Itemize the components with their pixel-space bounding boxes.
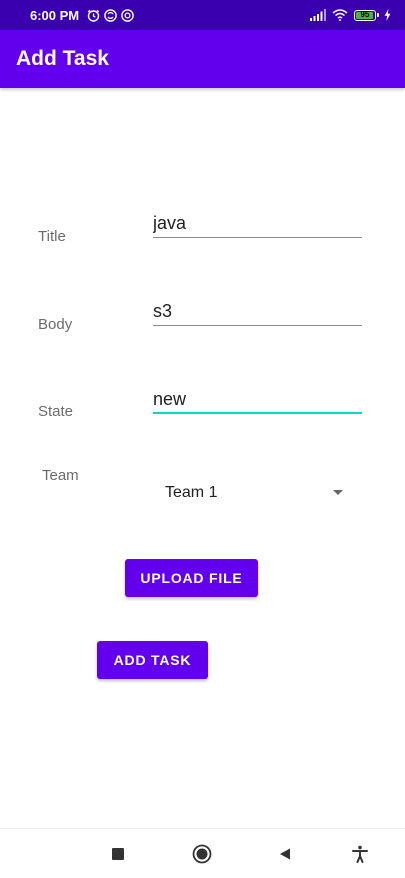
alarm-icon: [87, 9, 100, 22]
title-label: Title: [38, 228, 66, 245]
back-triangle-icon[interactable]: [273, 842, 297, 866]
status-time: 6:00 PM: [30, 7, 80, 23]
charging-icon: [384, 9, 391, 21]
dropdown-arrow-icon: [333, 490, 343, 495]
recents-square-icon[interactable]: [106, 842, 130, 866]
battery-level: 95: [360, 10, 370, 19]
status-indicators: 95: [310, 9, 391, 21]
state-input[interactable]: [153, 386, 362, 414]
data-saver-icon: [121, 8, 134, 22]
signal-icon: [310, 9, 326, 21]
add-task-button[interactable]: ADD TASK: [97, 641, 208, 679]
home-circle-icon[interactable]: [190, 842, 214, 866]
app-bar: Add Task: [0, 30, 405, 88]
navigation-bar: [0, 828, 405, 878]
status-bar: 6:00 PM 95: [0, 0, 405, 30]
body-label: Body: [38, 316, 73, 333]
battery-icon: 95: [354, 9, 379, 21]
accessibility-icon[interactable]: [348, 842, 372, 866]
sync-icon: [104, 8, 117, 22]
team-selected-value: Team 1: [165, 484, 218, 501]
title-input[interactable]: [153, 210, 362, 238]
state-label: State: [38, 403, 74, 420]
wifi-icon: [332, 9, 348, 21]
upload-file-button[interactable]: UPLOAD FILE: [125, 559, 258, 597]
page-title: Add Task: [16, 47, 109, 70]
team-label: Team: [42, 467, 79, 484]
body-input[interactable]: [153, 298, 362, 326]
team-spinner[interactable]: Team 1: [153, 478, 362, 508]
